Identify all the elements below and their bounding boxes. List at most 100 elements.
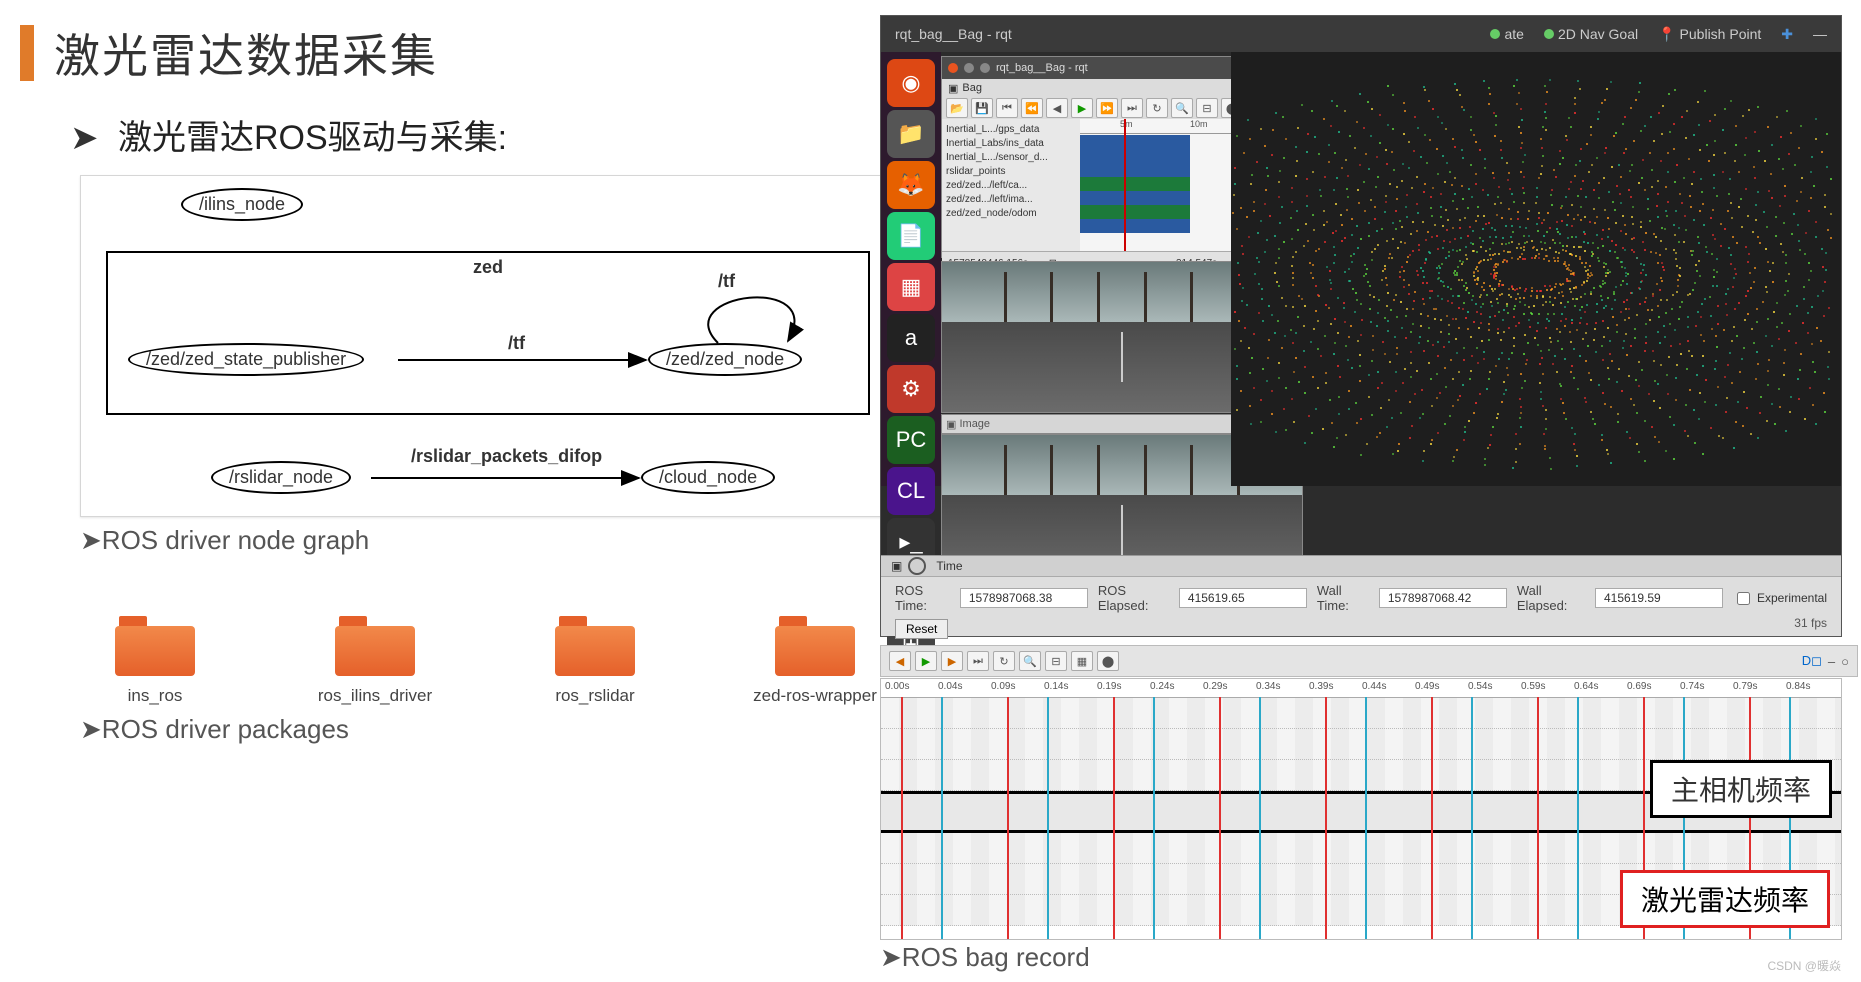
thumb-row [881, 698, 1841, 729]
thumbnails-icon[interactable]: ▦ [1071, 651, 1093, 671]
topic-item[interactable]: Inertial_L.../gps_data [946, 123, 1076, 137]
zoom-out-icon[interactable]: ⊟ [1196, 98, 1218, 118]
caption-bag-text: ROS bag record [902, 942, 1090, 972]
zoom-in-icon[interactable]: 🔍 [1019, 651, 1041, 671]
ros-elapsed-value: 415619.65 [1179, 588, 1307, 608]
prev-icon[interactable]: ◀ [1046, 98, 1068, 118]
wall-elapsed-value: 415619.59 [1595, 588, 1723, 608]
settings-dash-icon[interactable]: – [1828, 654, 1835, 669]
launcher-ubuntu-icon[interactable]: ◉ [887, 59, 935, 107]
time-panel: ▣Time ROS Time: 1578987068.38 ROS Elapse… [881, 555, 1841, 636]
save-icon[interactable]: 💾 [971, 98, 993, 118]
folder-icon [335, 616, 415, 676]
launcher-files-icon[interactable]: 📁 [887, 110, 935, 158]
sub-heading: ➤ 激光雷达ROS驱动与采集: [70, 110, 507, 159]
record-icon[interactable]: ⬤ [1097, 651, 1119, 671]
zoom-in-icon[interactable]: 🔍 [1171, 98, 1193, 118]
launcher-doc-icon[interactable]: 📄 [887, 212, 935, 260]
next-icon[interactable]: ▶ [941, 651, 963, 671]
open-icon[interactable]: 📂 [946, 98, 968, 118]
maximize-icon[interactable] [980, 63, 990, 73]
edge-tf-self [678, 283, 838, 353]
node-rslidar: /rslidar_node [211, 461, 351, 494]
loop-icon[interactable]: ↻ [1146, 98, 1168, 118]
rviz-toolbar: rqt_bag__Bag - rqt ate 2D Nav Goal 📍Publ… [881, 16, 1841, 52]
launcher-clion-icon[interactable]: CL [887, 467, 935, 515]
launcher-pycharm-icon[interactable]: PC [887, 416, 935, 464]
skip-end-icon[interactable]: ⏭ [967, 651, 989, 671]
track [1080, 149, 1190, 163]
sub-heading-text: 激光雷达ROS驱动与采集: [118, 119, 507, 157]
launcher-firefox-icon[interactable]: 🦊 [887, 161, 935, 209]
zoom-out-icon[interactable]: ⊟ [1045, 651, 1067, 671]
lidar-pointcloud-view[interactable] [1231, 52, 1841, 486]
step-back-icon[interactable]: ⏪ [1021, 98, 1043, 118]
expand-icon[interactable]: ▣ [948, 82, 958, 95]
close-icon[interactable] [948, 63, 958, 73]
rviz-window: rqt_bag__Bag - rqt ate 2D Nav Goal 📍Publ… [880, 15, 1842, 637]
topic-item[interactable]: Inertial_Labs/ins_data [946, 137, 1076, 151]
thumb-tick: 0.04s [938, 681, 962, 692]
thumb-tick: 0.74s [1680, 681, 1704, 692]
folder-ros-ilins-driver[interactable]: ros_ilins_driver [300, 616, 450, 706]
fps-value: 31 fps [1794, 616, 1827, 630]
play-icon[interactable]: ▶ [915, 651, 937, 671]
nav-icon [1544, 29, 1554, 39]
folder-icon [555, 616, 635, 676]
page-title: 激光雷达数据采集 [54, 20, 438, 86]
skip-start-icon[interactable]: ⏮ [996, 98, 1018, 118]
launcher-amazon-icon[interactable]: a [887, 314, 935, 362]
dock-icon[interactable]: D◻ [1802, 653, 1822, 669]
minimize-icon[interactable] [964, 63, 974, 73]
launcher-settings-icon[interactable]: ⚙ [887, 365, 935, 413]
thumb-tick: 0.34s [1256, 681, 1280, 692]
expand-icon[interactable]: ▣ [891, 559, 902, 573]
tool-estimate[interactable]: ate [1490, 26, 1523, 42]
accent-marker [20, 25, 34, 81]
tool-2d-nav-goal[interactable]: 2D Nav Goal [1544, 26, 1638, 42]
node-cloud: /cloud_node [641, 461, 775, 494]
tool-publish-point[interactable]: 📍Publish Point [1658, 26, 1761, 43]
tool-plus[interactable]: ✚ [1781, 26, 1793, 43]
step-fwd-icon[interactable]: ⏩ [1096, 98, 1118, 118]
collapse-icon[interactable]: ○ [1841, 654, 1849, 669]
arrow-icon: ➤ [70, 119, 99, 157]
topic-item[interactable]: zed/zed.../left/ima... [946, 193, 1076, 207]
folder-zed-ros-wrapper[interactable]: zed-ros-wrapper [740, 616, 890, 706]
folder-icon [115, 616, 195, 676]
pin-icon: 📍 [1658, 26, 1675, 43]
checkbox[interactable] [1737, 592, 1750, 605]
thumb-tick: 0.84s [1786, 681, 1810, 692]
zed-group-label: zed [473, 251, 503, 284]
thumb-tick: 0.44s [1362, 681, 1386, 692]
clock-icon [908, 557, 926, 575]
topic-item[interactable]: Inertial_L.../sensor_d... [946, 151, 1076, 165]
reset-button[interactable]: Reset [895, 619, 948, 639]
folder-ros-rslidar[interactable]: ros_rslidar [520, 616, 670, 706]
watermark: CSDN @暖焱 [1767, 957, 1841, 974]
prev-icon[interactable]: ◀ [889, 651, 911, 671]
topic-item[interactable]: rslidar_points [946, 165, 1076, 179]
caption-packages-text: ROS driver packages [102, 714, 349, 744]
folder-row: ins_ros ros_ilins_driver ros_rslidar zed… [80, 616, 900, 706]
timeline-mark: 10m [1190, 119, 1208, 129]
launcher-app-icon[interactable]: ▦ [887, 263, 935, 311]
tool-minus[interactable]: — [1813, 26, 1827, 42]
play-icon[interactable]: ▶ [1071, 98, 1093, 118]
topic-item[interactable]: zed/zed.../left/ca... [946, 179, 1076, 193]
track [1080, 219, 1190, 233]
timeline-cursor[interactable] [1124, 119, 1126, 251]
thumb-tick: 0.79s [1733, 681, 1757, 692]
topic-list[interactable]: Inertial_L.../gps_data Inertial_Labs/ins… [942, 119, 1080, 251]
expand-icon[interactable]: ▣ [946, 418, 956, 431]
zed-group-box: zed /zed/zed_state_publisher /zed/zed_no… [106, 251, 870, 415]
skip-end-icon[interactable]: ⏭ [1121, 98, 1143, 118]
topic-item[interactable]: zed/zed_node/odom [946, 207, 1076, 221]
edge-tf [398, 348, 658, 378]
experimental-checkbox[interactable]: Experimental [1733, 589, 1827, 608]
plus-icon: ✚ [1781, 26, 1793, 43]
edge-label-rs: /rslidar_packets_difop [411, 446, 602, 467]
thumb-row [881, 729, 1841, 760]
loop-icon[interactable]: ↻ [993, 651, 1015, 671]
folder-ins-ros[interactable]: ins_ros [80, 616, 230, 706]
